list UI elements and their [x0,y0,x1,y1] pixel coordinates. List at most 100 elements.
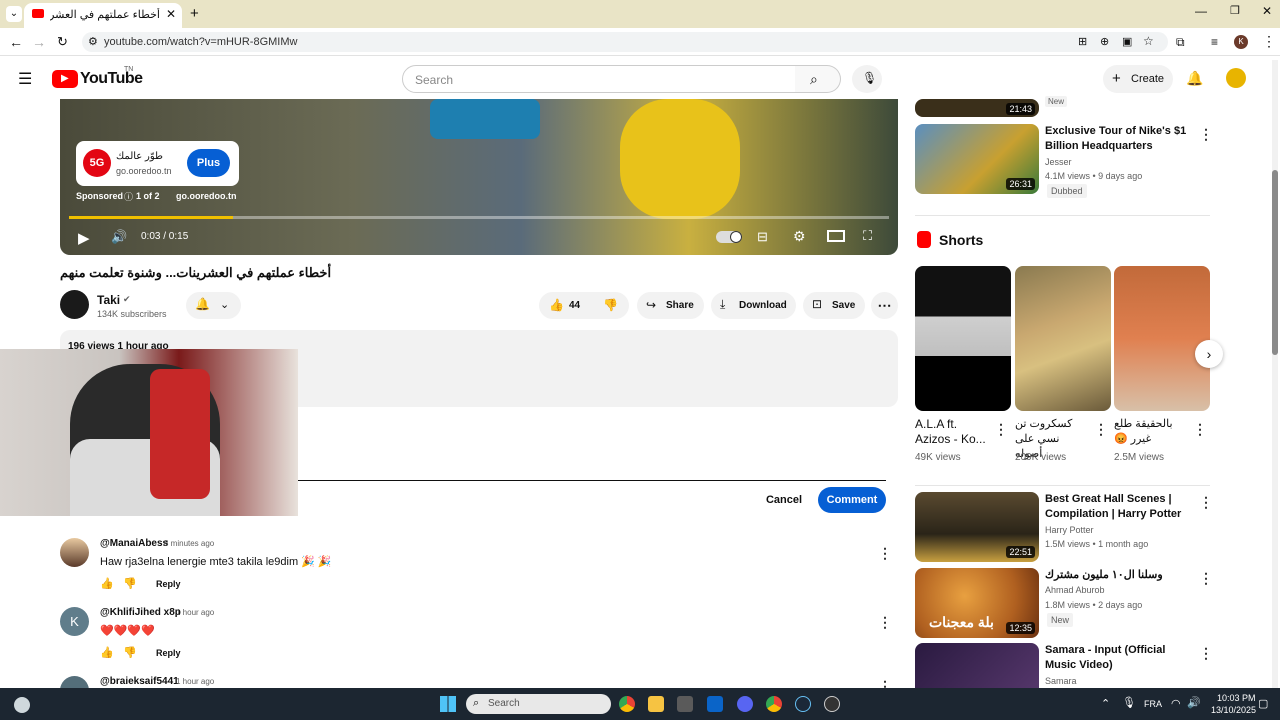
dislike-button[interactable]: 👎 [603,298,618,312]
play-icon[interactable]: ▶ [78,229,90,247]
calculator-icon[interactable] [677,696,693,712]
language-indicator[interactable]: FRA [1144,699,1162,709]
account-avatar[interactable] [1226,68,1246,88]
comment-avatar[interactable] [60,676,89,688]
close-tab-icon[interactable]: ✕ [166,7,176,21]
video-menu-icon[interactable]: ⋮ [1199,494,1213,511]
volume-icon[interactable]: 🔊 [111,229,127,245]
search-button[interactable]: ⌕ [795,65,841,93]
create-button[interactable]: + Create [1103,65,1173,93]
reading-list-icon[interactable]: ≡ [1211,35,1218,49]
chrome-icon[interactable] [619,696,635,712]
video-menu-icon[interactable]: ⋮ [1199,570,1213,587]
progress-track[interactable] [69,216,889,219]
sidebar-video[interactable]: بلة معجنات 12:35 وسلنا ال١٠ مليون مشترك … [915,568,1213,638]
tab-list-icon[interactable]: ⌄ [6,6,22,22]
sidebar-video[interactable]: 26:31 Exclusive Tour of Nike's $1 Billio… [915,124,1213,198]
clock-time[interactable]: 10:03 PM [1217,693,1256,703]
page-scrollbar[interactable] [1272,60,1278,688]
comment-author[interactable]: @ManaiAbess [100,538,168,549]
subtitles-icon[interactable]: ⊟ [757,229,768,245]
file-explorer-icon[interactable] [648,696,664,712]
sidebar-video-thumbnail[interactable]: 21:43 [915,99,1039,117]
video-channel[interactable]: Ahmad Aburob [1045,583,1105,597]
maximize-icon[interactable]: ❐ [1230,4,1240,17]
theater-mode-icon[interactable] [827,230,845,242]
notification-icon[interactable]: ▢ [1258,697,1268,710]
short-menu-icon[interactable]: ⋮ [1094,421,1108,438]
comment-time[interactable]: 8 minutes ago [164,539,214,548]
video-menu-icon[interactable]: ⋮ [1199,645,1210,662]
comment-menu-icon[interactable]: ⋮ [878,614,892,631]
sidebar-video[interactable]: Samara - Input (Official Music Video) Sa… [915,643,1210,688]
comment-author[interactable]: @KhlifiJihed x8p [100,607,181,618]
comment-submit-button[interactable]: Comment [818,487,886,513]
app-icon[interactable] [824,696,840,712]
autoplay-toggle[interactable] [716,231,742,243]
chrome-active-icon[interactable] [766,696,782,712]
hamburger-menu-icon[interactable]: ☰ [18,69,32,89]
zoom-icon[interactable]: ⊕ [1100,35,1109,48]
channel-avatar[interactable] [60,290,89,319]
share-button[interactable]: ↪ Share [637,292,704,319]
widgets-icon[interactable] [14,697,30,713]
clock-date[interactable]: 13/10/2025 [1211,705,1256,715]
youtube-logo-icon[interactable]: ▶ [52,70,78,88]
outlook-icon[interactable] [707,696,723,712]
comment-time[interactable]: 1 hour ago [176,677,214,686]
comment-reply-button[interactable]: Reply [156,648,181,658]
discord-icon[interactable] [737,696,753,712]
short-menu-icon[interactable]: ⋮ [1193,421,1207,438]
reload-icon[interactable]: ↻ [57,34,68,50]
settings-gear-icon[interactable]: ⚙ [793,228,806,245]
close-window-icon[interactable]: ✕ [1262,4,1272,18]
extensions-icon[interactable]: ⧉ [1176,35,1185,50]
video-thumbnail[interactable]: 22:51 [915,492,1039,562]
install-icon[interactable]: ▣ [1122,35,1132,48]
ad-card[interactable]: 5G طوّر عالمك go.ooredoo.tn Plus [76,141,239,186]
search-input[interactable]: Search [402,65,796,93]
speaker-icon[interactable]: 🔊 [1187,696,1201,709]
video-thumbnail[interactable]: 26:31 [915,124,1039,194]
forward-icon[interactable]: → [32,34,46,50]
voice-search-button[interactable]: 🎙 [852,65,882,93]
comment-menu-icon[interactable]: ⋮ [878,678,892,688]
comment-like-icon[interactable]: 👍 [100,577,114,590]
ad-cta-button[interactable]: Plus [187,149,230,177]
subscribed-bell-button[interactable]: 🔔 ⌄ [186,292,241,319]
new-tab-button[interactable]: + [190,5,199,22]
download-button[interactable]: ⤓ Download [711,292,796,319]
sidebar-video[interactable]: 22:51 Best Great Hall Scenes | Compilati… [915,492,1213,562]
short-thumbnail[interactable] [1114,266,1210,411]
ad-visit-domain[interactable]: go.ooredoo.tn [176,191,237,201]
short-thumbnail[interactable] [1015,266,1111,411]
start-button-icon[interactable] [440,696,456,712]
ad-info-icon[interactable]: ⓘ [124,190,133,203]
short-thumbnail[interactable] [915,266,1011,411]
like-button[interactable]: 👍 [549,298,564,312]
translate-icon[interactable]: ⊞ [1078,35,1087,48]
browser-menu-icon[interactable]: ⋮ [1262,33,1276,50]
comment-avatar[interactable]: K [60,607,89,636]
comment-time[interactable]: 1 hour ago [176,608,214,617]
video-thumbnail[interactable]: بلة معجنات 12:35 [915,568,1039,638]
comment-dislike-icon[interactable]: 👎 [123,577,137,590]
browser-tab[interactable]: أخطاء عملتهم في العشرينات... وش ✕ [24,3,182,28]
fullscreen-icon[interactable]: ⛶ [863,228,872,244]
comment-input-underline[interactable] [298,480,886,481]
comment-dislike-icon[interactable]: 👎 [123,646,137,659]
short-menu-icon[interactable]: ⋮ [994,421,1008,438]
profile-avatar[interactable]: K [1234,35,1248,49]
video-channel[interactable]: Jesser [1045,155,1072,169]
comment-author[interactable]: @braieksaif5441 [100,676,179,687]
tray-chevron-icon[interactable]: ⌃ [1101,697,1110,710]
bookmark-star-icon[interactable]: ☆ [1143,34,1154,48]
comment-like-icon[interactable]: 👍 [100,646,114,659]
site-info-icon[interactable]: ⚙ [88,35,98,48]
video-thumbnail[interactable] [915,643,1039,688]
notifications-bell-icon[interactable]: 🔔 [1186,70,1203,87]
video-channel[interactable]: Harry Potter [1045,523,1094,537]
wifi-icon[interactable]: ◠ [1171,697,1181,710]
video-menu-icon[interactable]: ⋮ [1199,126,1213,143]
more-actions-button[interactable]: ⋯ [871,292,898,319]
